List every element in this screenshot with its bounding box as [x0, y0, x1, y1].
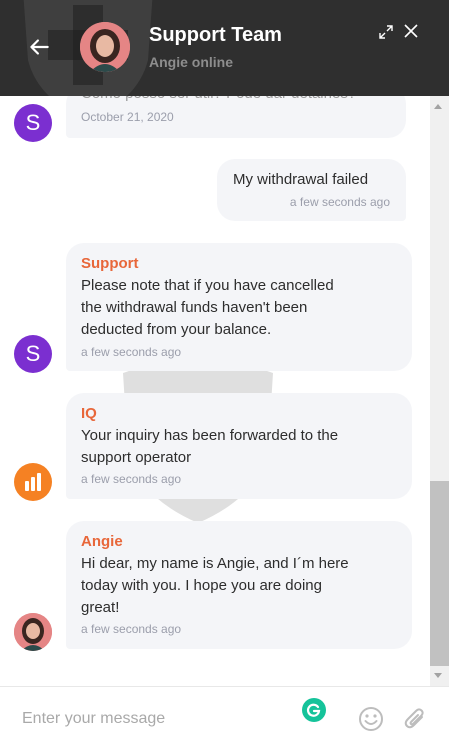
- message-list[interactable]: Como posso ser útil? Pode dar detalhes? …: [0, 96, 430, 686]
- message-sender: IQ: [81, 405, 97, 422]
- iq-logo-avatar: [14, 463, 52, 501]
- grammarly-icon[interactable]: [302, 698, 326, 722]
- angie-avatar: [14, 613, 52, 651]
- message-time: a few seconds ago: [289, 195, 390, 209]
- chat-title: Support Team: [149, 24, 282, 46]
- message-text: Please note that if you have cancelled: [81, 277, 334, 294]
- message-composer: [0, 686, 449, 754]
- chat-header: Support Team Angie online: [0, 0, 449, 96]
- message-time: a few seconds ago: [81, 472, 182, 486]
- message-time: a few seconds ago: [81, 622, 182, 636]
- message-text: deducted from your balance.: [81, 321, 272, 338]
- message-bubble-outgoing: My withdrawal failed a few seconds ago: [217, 159, 406, 221]
- message-text: today with you. I hope you are doing: [81, 577, 322, 594]
- support-avatar-s: S: [14, 104, 52, 142]
- message-text: Como posso ser útil? Pode dar detalhes?: [81, 96, 356, 105]
- message-bubble: Como posso ser útil? Pode dar detalhes? …: [66, 96, 406, 138]
- close-icon[interactable]: [402, 22, 420, 40]
- chat-scrollbar[interactable]: [430, 96, 449, 686]
- message-bubble: Support Please note that if you have can…: [66, 243, 412, 371]
- message-sender: Angie: [81, 533, 123, 550]
- support-avatar-s: S: [14, 335, 52, 373]
- message-bubble: IQ Your inquiry has been forwarded to th…: [66, 393, 412, 499]
- back-arrow-icon[interactable]: [26, 34, 52, 60]
- message-input[interactable]: [22, 701, 292, 737]
- message-text: My withdrawal failed: [233, 171, 369, 188]
- message-time: a few seconds ago: [81, 345, 182, 359]
- message-text: Hi dear, my name is Angie, and I´m here: [81, 555, 349, 572]
- support-avatar: [80, 22, 130, 72]
- message-sender: Support: [81, 255, 139, 272]
- expand-icon[interactable]: [378, 24, 394, 40]
- message-text: the withdrawal funds haven't been: [81, 299, 308, 316]
- message-time: October 21, 2020: [81, 110, 174, 124]
- agent-status: Angie online: [149, 54, 233, 70]
- message-text: Your inquiry has been forwarded to the: [81, 427, 339, 444]
- scrollbar-thumb[interactable]: [430, 481, 449, 666]
- emoji-icon[interactable]: [358, 706, 384, 732]
- message-text: support operator: [81, 449, 192, 466]
- message-text: great!: [81, 599, 120, 616]
- paperclip-icon[interactable]: [402, 706, 428, 732]
- scroll-down-arrow-icon[interactable]: [434, 673, 442, 678]
- message-bubble: Angie Hi dear, my name is Angie, and I´m…: [66, 521, 412, 649]
- scroll-up-arrow-icon[interactable]: [434, 104, 442, 109]
